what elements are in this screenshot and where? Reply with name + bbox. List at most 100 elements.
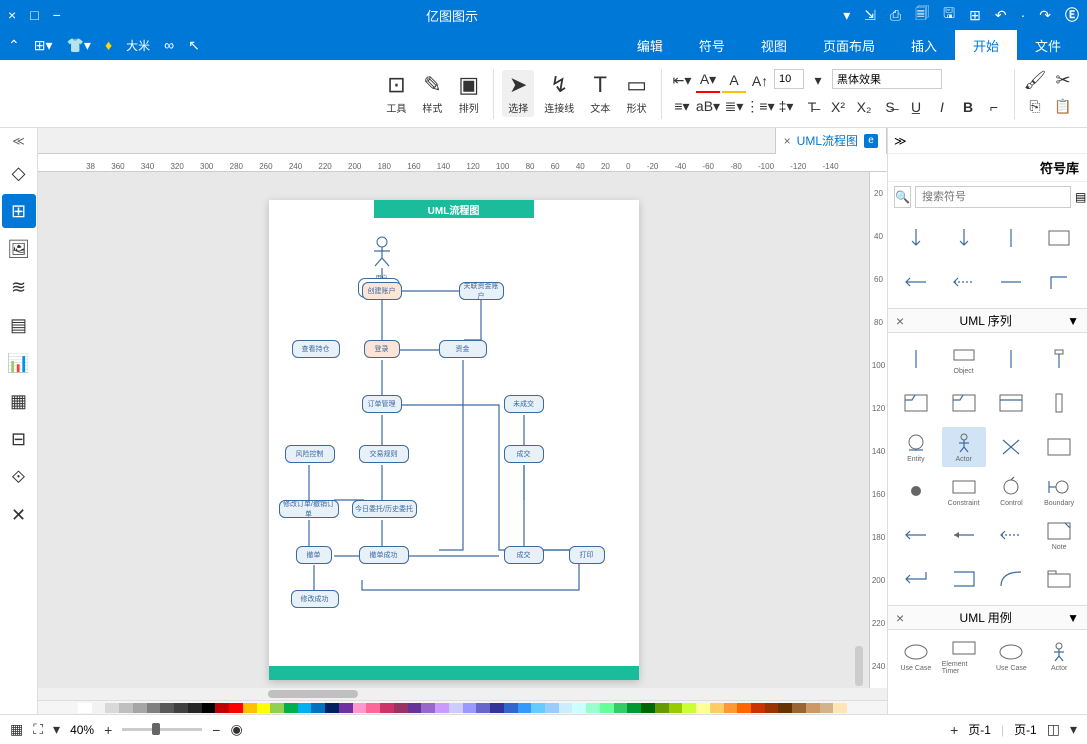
zoom-in-icon[interactable]: + (104, 722, 112, 738)
shape-boundary[interactable]: Boundary (1037, 471, 1081, 511)
shape-s17[interactable]: 修改成功 (291, 590, 339, 608)
rp-section-use[interactable]: × UML 用例 ▼ (888, 605, 1087, 630)
shape-line-h[interactable] (990, 262, 1034, 302)
chevron-up-icon[interactable]: ⌃ (8, 37, 20, 54)
shape-s6[interactable]: 订单管理 (362, 395, 402, 413)
font-color-icon[interactable]: A▾ (696, 69, 720, 93)
copy-icon[interactable]: ⎘ (1023, 95, 1047, 119)
shape-s8[interactable]: 交易规则 (359, 445, 409, 463)
hscroll[interactable] (38, 688, 887, 700)
tab-symbol[interactable]: 符号 (681, 30, 743, 60)
shape-icon[interactable]: ▭ (626, 72, 647, 98)
color-swatch[interactable] (366, 703, 380, 713)
color-swatch[interactable] (737, 703, 751, 713)
shape-return2[interactable] (942, 559, 986, 599)
filter-icon[interactable]: ▤ (1075, 186, 1086, 208)
color-swatch[interactable] (133, 703, 147, 713)
color-swatch[interactable] (215, 703, 229, 713)
font-increase-icon[interactable]: A↑ (748, 69, 772, 93)
color-swatch[interactable] (627, 703, 641, 713)
color-swatch[interactable] (284, 703, 298, 713)
color-swatch[interactable] (586, 703, 600, 713)
shape-s14[interactable]: 撤单成功 (359, 546, 409, 564)
column-view-icon[interactable]: ◫ (1047, 721, 1060, 738)
color-swatch[interactable] (353, 703, 367, 713)
tab-insert[interactable]: 插入 (893, 30, 955, 60)
color-swatch[interactable] (202, 703, 216, 713)
color-swatch[interactable] (490, 703, 504, 713)
tools-icon[interactable]: ⊡ (387, 72, 405, 98)
more-icon[interactable]: ⌐ (982, 95, 1006, 119)
color-swatch[interactable] (833, 703, 847, 713)
shape-arrow-l3[interactable] (990, 515, 1034, 555)
grid-view-icon[interactable]: ▦ (10, 721, 23, 738)
shape-s15[interactable]: 成交 (504, 546, 544, 564)
color-swatch[interactable] (559, 703, 573, 713)
color-swatch[interactable] (614, 703, 628, 713)
hscroll-thumb[interactable] (268, 690, 358, 698)
undo-icon[interactable]: ↶ (995, 7, 1007, 24)
save-as-icon[interactable]: 🗐 (915, 3, 929, 27)
tab-edit[interactable]: 编辑 (619, 30, 681, 60)
layers-icon[interactable]: ≋ (2, 270, 36, 304)
color-swatch[interactable] (270, 703, 284, 713)
color-swatch[interactable] (229, 703, 243, 713)
apps-icon[interactable]: ⊞▾ (34, 37, 53, 54)
page-indicator2[interactable]: 页-1 (1014, 721, 1037, 738)
export-icon[interactable]: ⇲ (864, 7, 876, 24)
tab-file[interactable]: 文件 (1017, 30, 1079, 60)
parts-icon[interactable]: ⊟ (2, 422, 36, 456)
shape-corner[interactable] (1037, 262, 1081, 302)
shape-rect[interactable] (1037, 218, 1081, 258)
color-swatch[interactable] (531, 703, 545, 713)
shape-note-seq[interactable] (1037, 427, 1081, 467)
dropdown-icon[interactable]: ▾ (806, 69, 830, 93)
vscroll-thumb[interactable] (855, 646, 863, 686)
align-icon[interactable]: ≡▾ (670, 95, 694, 119)
font-size-input[interactable] (774, 69, 804, 89)
color-swatch[interactable] (504, 703, 518, 713)
color-swatch[interactable] (655, 703, 669, 713)
cut-icon[interactable]: ✂ (1051, 69, 1075, 93)
shape-s5[interactable]: 查看持仓 (292, 340, 340, 358)
bold-icon[interactable]: B (956, 95, 980, 119)
shape-s1[interactable]: 创建账户 (362, 282, 402, 300)
shape-arrow-left[interactable] (894, 262, 938, 302)
color-swatch[interactable] (298, 703, 312, 713)
color-swatch[interactable] (311, 703, 325, 713)
color-swatch[interactable] (724, 703, 738, 713)
page-dropdown-icon[interactable]: ▾ (1070, 721, 1077, 738)
color-swatch[interactable] (696, 703, 710, 713)
grid-icon[interactable]: ⊞ (2, 194, 36, 228)
subscript-icon[interactable]: X₂ (852, 95, 876, 119)
color-swatch[interactable] (669, 703, 683, 713)
window-close-icon[interactable]: × (8, 7, 16, 23)
search-icon[interactable]: 🔍 (894, 186, 911, 208)
color-swatch[interactable] (380, 703, 394, 713)
shape-s16[interactable]: 打印 (569, 546, 605, 564)
shape-destroy[interactable] (1037, 339, 1081, 379)
canvas[interactable]: UML流程图 (38, 172, 869, 688)
color-swatch[interactable] (710, 703, 724, 713)
color-swatch[interactable] (792, 703, 806, 713)
cloud-icon[interactable]: ∞ (164, 37, 174, 53)
collapse-right-icon[interactable]: ≫ (894, 134, 907, 148)
premium-icon[interactable]: ♦ (105, 37, 112, 53)
user-label[interactable]: 大米 (126, 37, 150, 54)
cursor-icon[interactable]: ↖ (188, 37, 200, 54)
color-swatch[interactable] (160, 703, 174, 713)
shape-actor[interactable]: Actor (942, 427, 986, 467)
collapse-section-icon2[interactable]: ▼ (1067, 611, 1079, 625)
image-icon[interactable]: 🖼 (2, 232, 36, 266)
indent-left-icon[interactable]: ⇤▾ (670, 69, 694, 93)
strike-icon[interactable]: S̶ (878, 95, 902, 119)
shape-s9[interactable]: 风险控制 (285, 445, 335, 463)
zoom-out-icon[interactable]: − (212, 722, 220, 738)
shape-arrow-left-dash[interactable] (942, 262, 986, 302)
shape-line-v[interactable] (990, 218, 1034, 258)
window-min-icon[interactable]: − (53, 7, 61, 23)
color-swatch[interactable] (325, 703, 339, 713)
search-input[interactable] (915, 186, 1071, 208)
color-swatch[interactable] (105, 703, 119, 713)
shape-arrow-down2[interactable] (942, 218, 986, 258)
